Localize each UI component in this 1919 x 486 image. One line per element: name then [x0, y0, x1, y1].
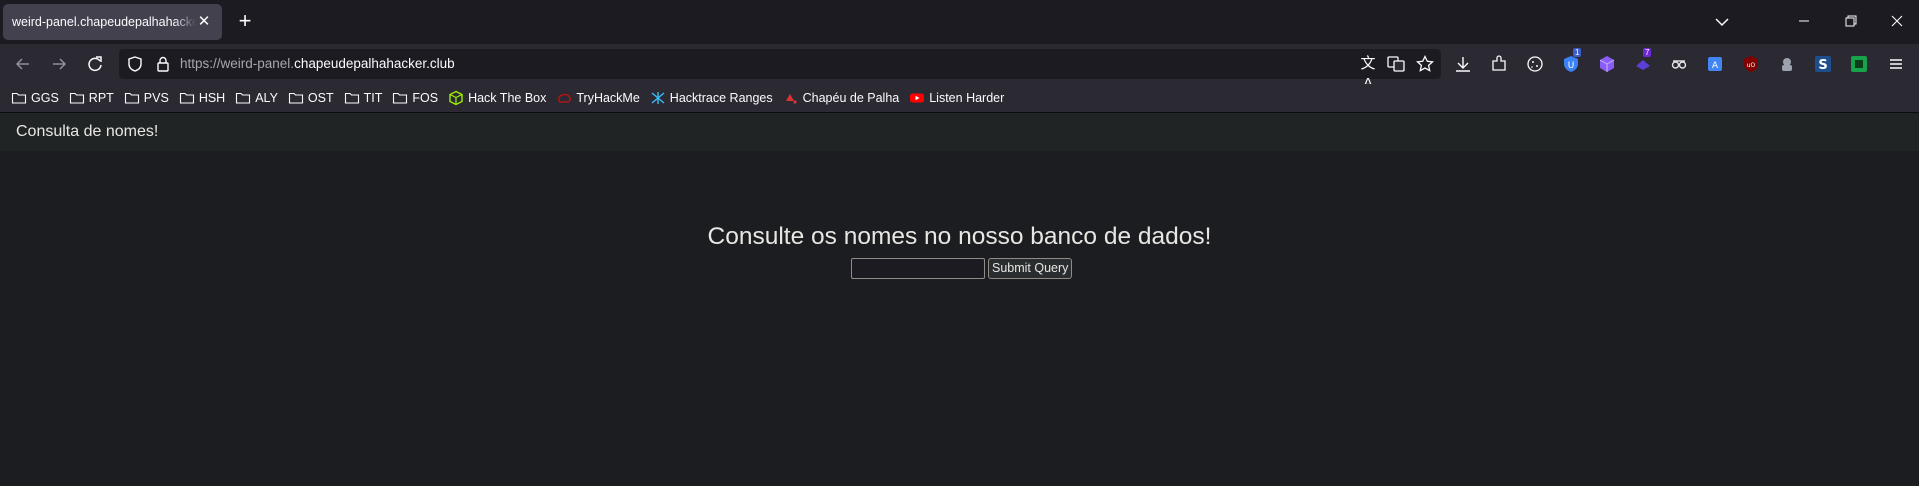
tab-title: weird-panel.chapeudepalhahacker.club: [12, 15, 196, 29]
ublock-origin-icon[interactable]: uO: [1741, 54, 1761, 74]
url-text[interactable]: https://weird-panel.chapeudepalhahacker.…: [180, 44, 455, 84]
name-query-input[interactable]: [851, 258, 985, 279]
bookmark-label: ALY: [255, 91, 278, 105]
bookmark-folder-tit[interactable]: TIT: [344, 90, 383, 106]
close-window-icon[interactable]: [1886, 10, 1908, 32]
tab-active[interactable]: weird-panel.chapeudepalhahacker.club ✕: [3, 4, 222, 40]
bookmark-tryhackme[interactable]: TryHackMe: [556, 90, 640, 106]
cube-extension-icon[interactable]: [1597, 54, 1617, 74]
folder-icon: [393, 92, 408, 104]
submit-query-button[interactable]: Submit Query: [988, 258, 1073, 279]
bookmark-chapeu-de-palha[interactable]: Chapéu de Palha: [783, 90, 900, 106]
minimize-icon[interactable]: [1793, 10, 1815, 32]
bookmark-label: OST: [307, 91, 334, 105]
folder-icon: [179, 92, 194, 104]
bookmark-label: Hacktrace Ranges: [669, 91, 773, 105]
bookmark-folder-ost[interactable]: OST: [288, 90, 334, 106]
tracking-protection-shield-icon[interactable]: [125, 54, 145, 74]
url-prefix: https://weird-panel.: [180, 56, 295, 71]
bookmark-label: GGS: [31, 91, 59, 105]
new-tab-button[interactable]: +: [234, 10, 256, 32]
bookmark-folder-hsh[interactable]: HSH: [179, 90, 225, 106]
green-extension-icon[interactable]: [1849, 54, 1869, 74]
translate-page-icon[interactable]: 文A: [1358, 54, 1378, 92]
site-brand[interactable]: Consulta de nomes!: [16, 113, 158, 151]
svg-text:uO: uO: [1747, 62, 1756, 69]
downloads-icon[interactable]: [1453, 54, 1473, 74]
folder-icon: [69, 92, 84, 104]
site-header: Consulta de nomes!: [0, 113, 1919, 151]
hacktrace-icon: [651, 92, 665, 104]
bookmark-listen-harder[interactable]: Listen Harder: [909, 90, 1004, 106]
bookmark-star-icon[interactable]: [1415, 54, 1435, 74]
svg-text:S: S: [1818, 58, 1827, 73]
forward-icon[interactable]: [48, 53, 70, 75]
bookmark-label: RPT: [88, 91, 114, 105]
s-extension-icon[interactable]: S: [1813, 54, 1833, 74]
bookmark-label: PVS: [143, 91, 169, 105]
bookmark-label: TryHackMe: [576, 91, 640, 105]
bookmarks-toolbar: GGS RPT PVS HSH ALY OST TIT FOS Hack The…: [0, 84, 1919, 113]
navigation-toolbar: https://weird-panel.chapeudepalhahacker.…: [0, 44, 1919, 92]
app-menu-icon[interactable]: [1886, 54, 1906, 74]
folder-icon: [124, 92, 139, 104]
svg-text:U: U: [1568, 61, 1575, 71]
bookmark-folder-aly[interactable]: ALY: [235, 90, 278, 106]
google-translate-icon[interactable]: A: [1705, 54, 1725, 74]
extensions-icon[interactable]: [1489, 54, 1509, 74]
bookmark-folder-rpt[interactable]: RPT: [69, 90, 114, 106]
folder-icon: [11, 92, 27, 104]
bookmark-label: TIT: [363, 91, 383, 105]
purple-badge: 7: [1643, 48, 1652, 57]
folder-icon: [236, 92, 251, 104]
bookmark-folder-fos[interactable]: FOS: [392, 90, 438, 106]
bookmark-label: Listen Harder: [929, 91, 1005, 105]
bookmark-label: Chapéu de Palha: [802, 91, 900, 105]
cookie-icon[interactable]: [1525, 54, 1545, 74]
ublock-badge: 1: [1573, 48, 1582, 57]
bookmark-label: HSH: [198, 91, 226, 105]
restore-icon[interactable]: [1840, 10, 1862, 32]
tab-strip: weird-panel.chapeudepalhahacker.club ✕ +: [0, 0, 1919, 44]
ublock-extension-icon[interactable]: U 1: [1561, 48, 1582, 74]
search-form: Submit Query: [851, 258, 1073, 279]
bookmark-hacktrace-ranges[interactable]: Hacktrace Ranges: [650, 90, 773, 106]
hackthebox-icon: [449, 90, 463, 106]
url-domain: chapeudepalhahacker.club: [294, 56, 455, 71]
folder-icon: [288, 92, 303, 104]
list-all-tabs-icon[interactable]: [1712, 12, 1732, 32]
youtube-icon: [910, 93, 925, 103]
bookmark-folder-pvs[interactable]: PVS: [124, 90, 169, 106]
page-viewport: Consulta de nomes! Consulte os nomes no …: [0, 113, 1919, 486]
bookmark-hack-the-box[interactable]: Hack The Box: [448, 90, 546, 106]
svg-text:A: A: [1712, 61, 1719, 71]
bookmark-label: FOS: [412, 91, 439, 105]
ghost-extension-icon[interactable]: [1777, 54, 1797, 74]
purple-extension-icon[interactable]: 7: [1633, 48, 1653, 74]
tryhackme-icon: [558, 93, 572, 103]
translate-extension-icon[interactable]: [1386, 54, 1406, 74]
back-icon[interactable]: [12, 53, 34, 75]
lock-icon[interactable]: [153, 54, 173, 74]
spy-extension-icon[interactable]: [1669, 54, 1689, 74]
chapeu-icon: [785, 94, 797, 104]
folder-icon: [344, 92, 359, 104]
page-headline: Consulte os nomes no nosso banco de dado…: [707, 223, 1212, 250]
bookmark-label: Hack The Box: [468, 91, 547, 105]
reload-icon[interactable]: [84, 53, 106, 75]
bookmark-folder-ggs[interactable]: GGS: [11, 90, 59, 106]
tab-close-icon[interactable]: ✕: [196, 14, 212, 30]
